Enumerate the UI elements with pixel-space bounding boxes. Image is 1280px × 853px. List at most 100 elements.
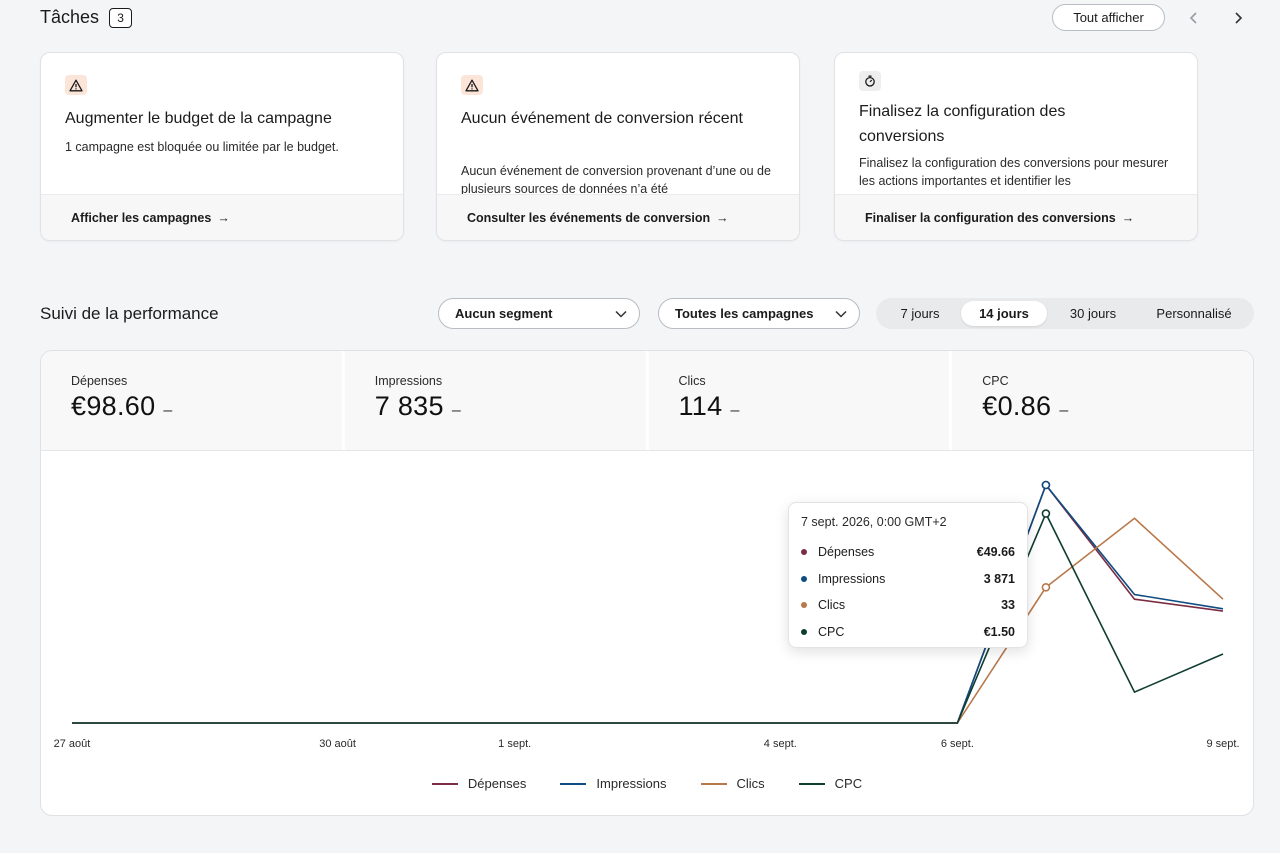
legend-label: Dépenses — [467, 776, 527, 791]
task-card-budget: Augmenter le budget de la campagne 1 cam… — [40, 52, 404, 241]
metric-label: Dépenses — [71, 374, 128, 388]
metric-label: Impressions — [374, 374, 443, 388]
task-card-action: Afficher les campagnes — [71, 210, 212, 225]
show-all-button[interactable]: Tout afficher — [1052, 4, 1165, 31]
chevron-right-icon[interactable] — [1226, 6, 1250, 30]
tooltip-series-value: €49.66 — [976, 545, 1015, 560]
warning-icon — [65, 75, 87, 95]
range-7-days[interactable]: 7 jours — [879, 301, 961, 326]
tooltip-title: 7 sept. 2026, 0:00 GMT+2 — [801, 515, 947, 529]
tooltip-row: Clics 33 — [801, 592, 1015, 619]
series-dot-icon — [801, 602, 807, 609]
legend-swatch — [700, 782, 727, 785]
legend-label: CPC — [834, 776, 863, 791]
tooltip-series-value: €1.50 — [983, 624, 1015, 639]
legend-item[interactable]: CPC — [798, 776, 863, 791]
legend-label: Clics — [736, 776, 765, 791]
range-30-days[interactable]: 30 jours — [1047, 301, 1139, 326]
series-line-3[interactable] — [72, 517, 1224, 724]
chart-tooltip: 7 sept. 2026, 0:00 GMT+2 Dépenses €49.66… — [788, 502, 1028, 648]
metric-value: €98.60 — [71, 391, 156, 421]
timer-icon — [859, 71, 881, 91]
x-tick-label: 30 août — [319, 738, 356, 750]
metric-cpc[interactable]: CPC €0.86 – — [952, 351, 1253, 450]
series-dot-icon — [801, 549, 807, 556]
task-card-title: Augmenter le budget de la campagne — [65, 110, 332, 127]
tooltip-series-value: 33 — [1001, 598, 1015, 613]
date-range-selector: 7 jours 14 jours 30 jours Personnalisé — [876, 298, 1254, 329]
metric-value: 114 — [678, 391, 723, 421]
chevron-left-icon[interactable] — [1182, 6, 1206, 30]
tooltip-row: Dépenses €49.66 — [801, 539, 1015, 566]
chevron-down-icon — [615, 310, 627, 318]
task-card-description: Finalisez la configuration des conversio… — [859, 156, 1169, 188]
task-card-title: Aucun événement de conversion récent — [461, 110, 743, 127]
legend-swatch — [798, 782, 825, 785]
series-line-2[interactable] — [72, 483, 1224, 724]
chart-legend: Dépenses Impressions Clics CPC — [41, 776, 1253, 791]
legend-item[interactable]: Impressions — [560, 776, 667, 791]
metric-label: CPC — [982, 374, 1009, 388]
warning-icon — [461, 75, 483, 95]
task-card-description: 1 campagne est bloquée ou limitée par le… — [65, 140, 339, 154]
view-campaigns-link[interactable]: Afficher les campagnes → — [41, 194, 403, 240]
x-tick-label: 6 sept. — [941, 738, 974, 750]
metric-trend: – — [163, 402, 173, 419]
tooltip-row: CPC €1.50 — [801, 619, 1015, 646]
series-dot-icon — [801, 628, 807, 635]
x-tick-label: 1 sept. — [498, 738, 531, 750]
metric-clicks[interactable]: Clics 114 – — [648, 351, 953, 450]
finish-conversion-setup-link[interactable]: Finaliser la configuration des conversio… — [835, 194, 1197, 240]
tasks-heading: Tâches 3 — [40, 7, 133, 28]
legend-swatch — [431, 782, 458, 785]
arrow-right-icon: → — [1121, 210, 1135, 225]
metric-value: 7 835 — [374, 391, 444, 421]
task-card-action: Finaliser la configuration des conversio… — [865, 210, 1116, 225]
campaign-dropdown-value: Toutes les campagnes — [675, 306, 814, 321]
range-custom[interactable]: Personnalisé — [1139, 301, 1249, 326]
campaign-dropdown[interactable]: Toutes les campagnes — [658, 298, 860, 329]
arrow-right-icon: → — [716, 210, 729, 225]
tooltip-series-name: Impressions — [818, 571, 886, 586]
segment-dropdown[interactable]: Aucun segment — [438, 298, 640, 329]
performance-panel: Dépenses €98.60 – Impressions 7 835 – Cl… — [40, 350, 1254, 816]
highlight-point-3 — [1041, 583, 1051, 592]
x-tick-label: 4 sept. — [764, 738, 797, 750]
arrow-right-icon: → — [217, 210, 230, 225]
metric-trend: – — [451, 402, 461, 419]
metrics-row: Dépenses €98.60 – Impressions 7 835 – Cl… — [41, 351, 1253, 451]
series-dot-icon — [801, 575, 807, 582]
performance-title: Suivi de la performance — [40, 304, 219, 323]
metric-label: Clics — [678, 374, 706, 388]
x-tick-label: 9 sept. — [1206, 738, 1239, 750]
chevron-down-icon — [835, 310, 847, 318]
task-card-title: Finalisez la configuration des conversio… — [859, 103, 1066, 145]
segment-dropdown-value: Aucun segment — [455, 306, 553, 321]
task-card-conversion-events: Aucun événement de conversion récent Auc… — [436, 52, 800, 241]
range-14-days[interactable]: 14 jours — [961, 301, 1047, 326]
tooltip-series-name: Clics — [818, 598, 846, 613]
highlight-point-2 — [1041, 480, 1051, 490]
metric-value: €0.86 — [982, 391, 1052, 421]
task-card-conversion-setup: Finalisez la configuration des conversio… — [834, 52, 1198, 241]
performance-line-chart[interactable]: 27 août 30 août 1 sept. 4 sept. 6 sept. 9 sep… — [41, 451, 1254, 771]
series-line-4[interactable] — [72, 511, 1224, 724]
view-conversion-events-link[interactable]: Consulter les événements de conversion → — [437, 194, 799, 240]
legend-swatch — [560, 782, 587, 785]
legend-item[interactable]: Dépenses — [431, 776, 527, 791]
highlight-point-4 — [1041, 509, 1051, 518]
tooltip-row: Impressions 3 871 — [801, 566, 1015, 593]
x-tick-label: 27 août — [54, 738, 91, 750]
task-card-action: Consulter les événements de conversion — [467, 210, 711, 225]
legend-label: Impressions — [596, 776, 667, 791]
tasks-count-badge: 3 — [109, 7, 133, 28]
series-line-1[interactable] — [72, 483, 1224, 724]
tooltip-series-value: 3 871 — [983, 571, 1015, 586]
legend-item[interactable]: Clics — [700, 776, 765, 791]
tasks-title: Tâches — [40, 7, 100, 27]
task-card-description: Aucun événement de conversion provenant … — [461, 164, 771, 196]
tooltip-series-name: Dépenses — [818, 545, 875, 560]
metric-impressions[interactable]: Impressions 7 835 – — [344, 351, 649, 450]
metric-trend: – — [1059, 402, 1069, 419]
metric-spend[interactable]: Dépenses €98.60 – — [41, 351, 345, 450]
